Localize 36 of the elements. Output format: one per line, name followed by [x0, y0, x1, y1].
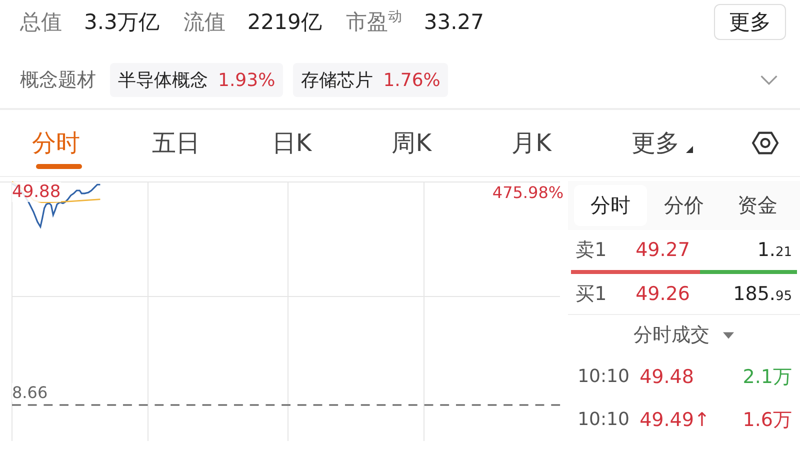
panel-tab[interactable]: 资金 — [720, 185, 794, 226]
price-text: 49.49↑ — [640, 408, 711, 430]
chart-tab[interactable]: 日K — [272, 121, 392, 165]
chart-tab[interactable]: 周K — [392, 121, 512, 165]
stat-label: 总值 — [20, 9, 62, 36]
volume-text: 185.95 — [732, 282, 792, 307]
change-label: 475.98% — [492, 183, 564, 202]
order-label: 卖1 — [576, 238, 608, 263]
stat-value: 33.27 — [424, 10, 484, 34]
stat-label: 流值 — [183, 9, 226, 36]
price-text: 49.26 — [636, 282, 691, 307]
volume-text: 1.21 — [756, 238, 792, 263]
more-button[interactable]: 更多 — [714, 4, 786, 40]
order-label: 买1 — [576, 282, 608, 307]
volume-text: 2.1万 — [742, 364, 792, 390]
chart-tab[interactable]: 更多 — [632, 121, 752, 165]
chart-tab[interactable]: 月K — [512, 121, 632, 165]
price-label: 8.66 — [12, 383, 48, 402]
dropdown-icon — [723, 332, 734, 338]
volume-text: 1.6万 — [742, 408, 792, 432]
price-text: 49.48 — [640, 366, 695, 388]
price-label: 49.88 — [12, 182, 61, 202]
section-title[interactable]: 分时成交 — [633, 322, 710, 348]
concept-tag[interactable]: 存储芯片 1.76% — [293, 63, 448, 97]
time-text: 10:10 — [578, 409, 630, 430]
concept-tag[interactable]: 半导体概念 1.93% — [110, 63, 284, 97]
price-text: 49.27 — [636, 238, 691, 263]
concept-label: 概念题材 — [20, 68, 96, 93]
panel-tab[interactable]: 分时 — [574, 185, 648, 226]
panel-tab[interactable]: 分价 — [647, 185, 721, 226]
chart-tab[interactable]: 五日 — [152, 121, 272, 165]
time-text: 10:10 — [578, 366, 630, 387]
stat-label: 市盈$^{动}$ — [346, 8, 402, 36]
chevron-icon[interactable] — [760, 74, 778, 86]
stat-value: 3.3万亿 — [84, 9, 160, 36]
stat-value: 2219亿 — [247, 9, 322, 36]
